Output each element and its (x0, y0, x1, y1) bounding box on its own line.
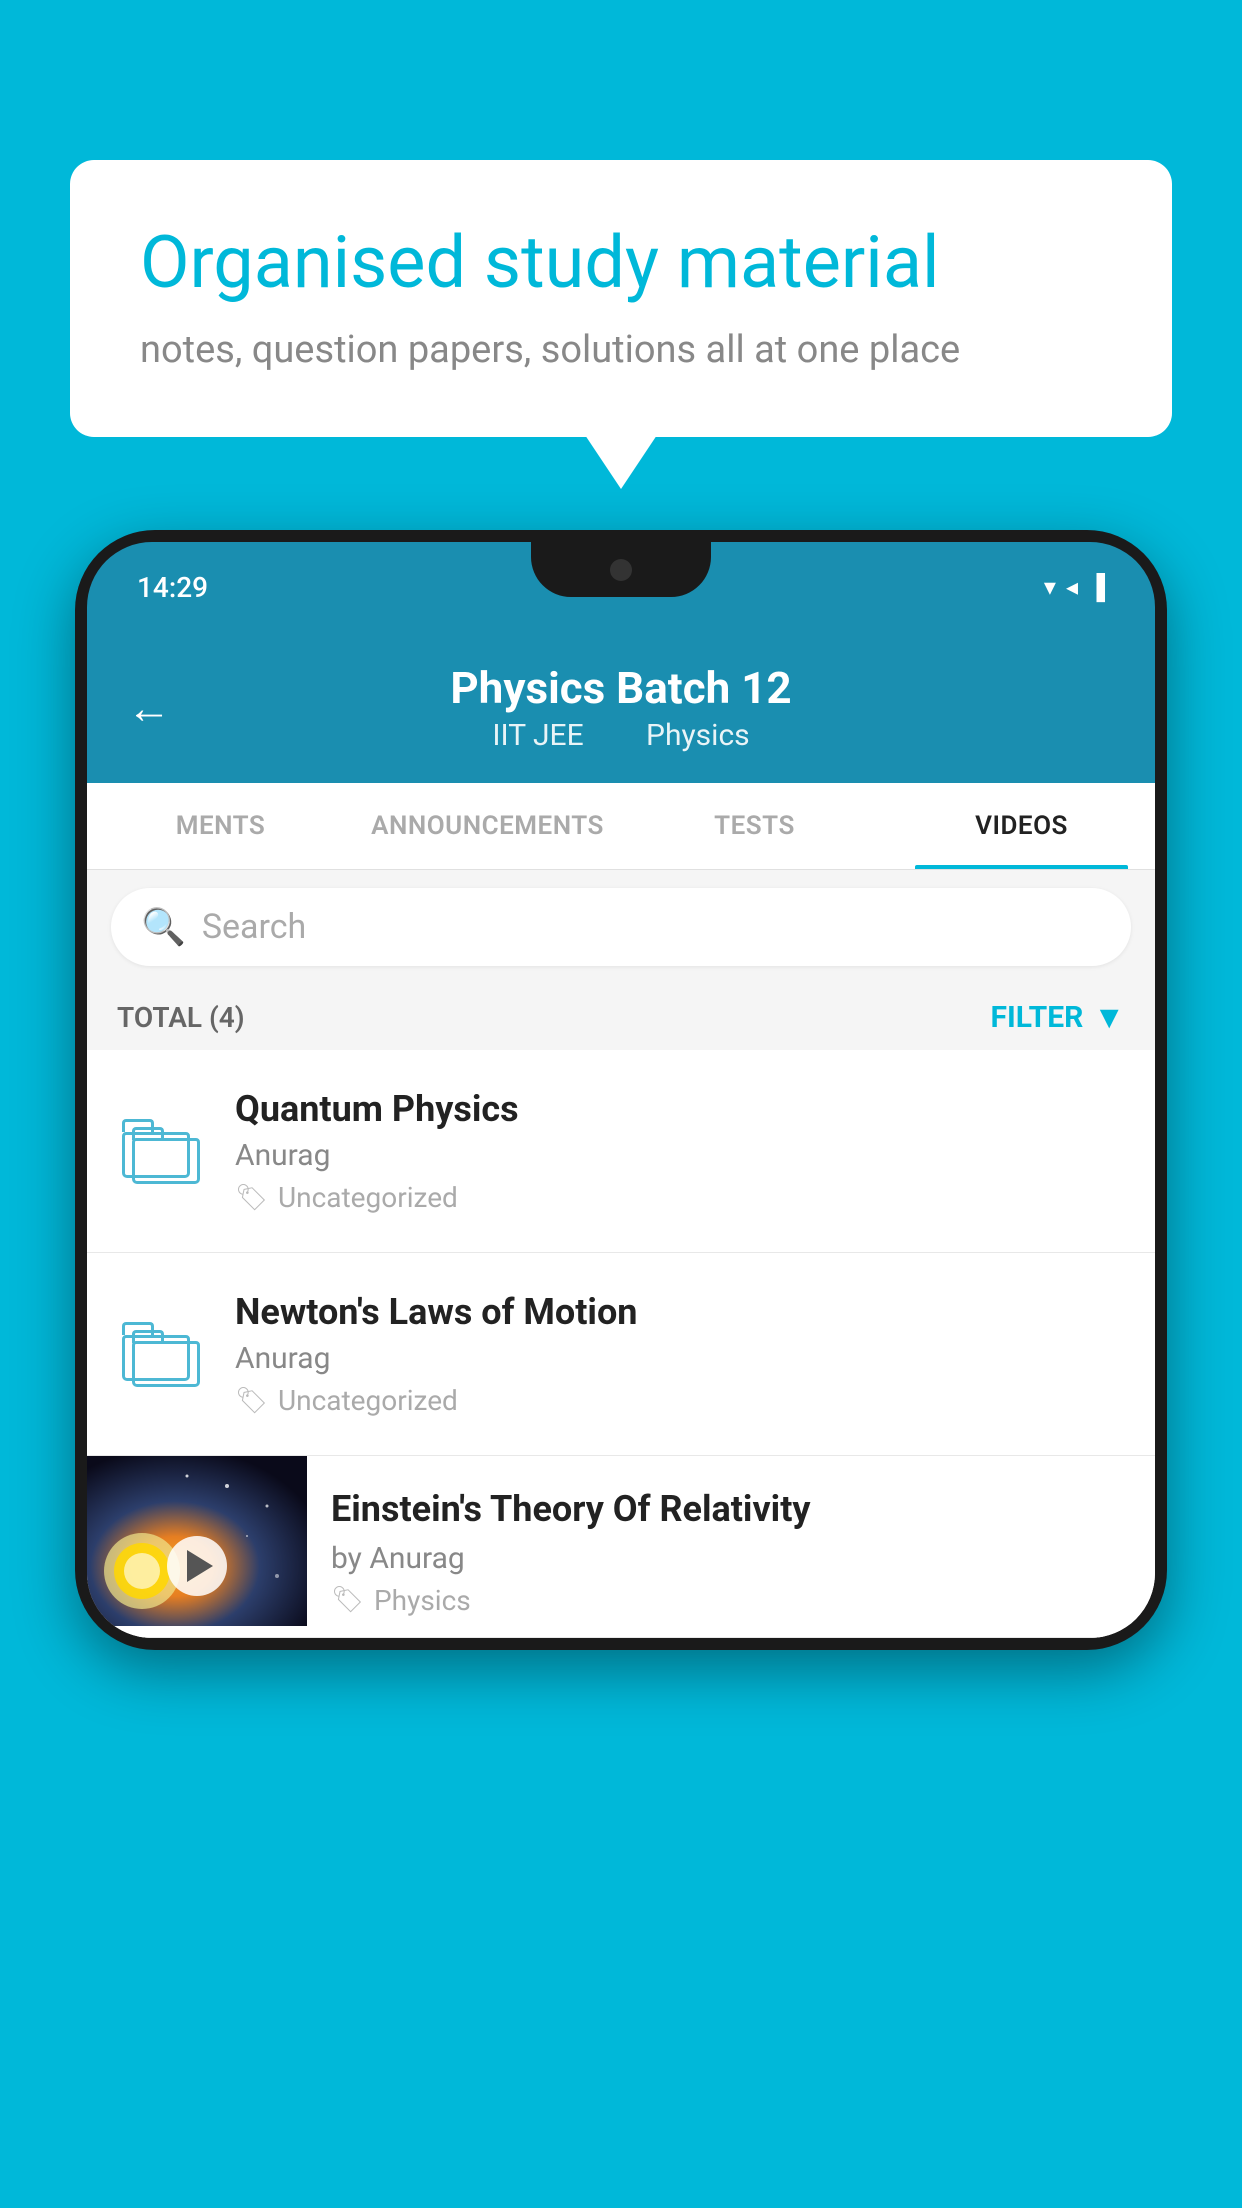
item-title: Einstein's Theory Of Relativity (331, 1486, 1135, 1533)
search-placeholder: Search (202, 907, 306, 947)
speech-bubble-wrapper: Organised study material notes, question… (70, 160, 1172, 437)
item-author: by Anurag (331, 1541, 1135, 1576)
header-subtitle-physics: Physics (646, 718, 750, 753)
tag-icon: 🏷 (235, 1386, 268, 1416)
header-center: Physics Batch 12 IIT JEE Physics (450, 662, 791, 753)
filter-label: FILTER (991, 1000, 1084, 1035)
item-tag: 🏷 Uncategorized (235, 1181, 1125, 1214)
item-tag: 🏷 Physics (331, 1584, 1135, 1617)
folder-icon (122, 1119, 202, 1184)
item-info: Newton's Laws of Motion Anurag 🏷 Uncateg… (235, 1291, 1125, 1417)
header-subtitle: IIT JEE Physics (450, 718, 791, 753)
folder-back-layer2 (132, 1341, 200, 1387)
list-item[interactable]: Newton's Laws of Motion Anurag 🏷 Uncateg… (87, 1253, 1155, 1456)
wifi-icon: ▾ (1044, 573, 1056, 601)
video-list: Quantum Physics Anurag 🏷 Uncategorized (87, 1050, 1155, 1638)
item-title: Newton's Laws of Motion (235, 1291, 1125, 1333)
list-item-thumb[interactable]: Einstein's Theory Of Relativity by Anura… (87, 1456, 1155, 1638)
folder-tab-layer2 (132, 1330, 164, 1343)
background: Organised study material notes, question… (0, 0, 1242, 2208)
tag-icon: 🏷 (331, 1585, 364, 1615)
folder-tab-layer2 (132, 1127, 164, 1140)
item-author: Anurag (235, 1138, 1125, 1173)
play-button[interactable] (167, 1536, 227, 1596)
item-author: Anurag (235, 1341, 1125, 1376)
header-subtitle-iit: IIT JEE (492, 718, 583, 753)
tab-ments[interactable]: MENTS (87, 783, 354, 869)
tag-label: Uncategorized (278, 1384, 458, 1417)
item-icon-wrap (117, 1119, 207, 1184)
notch (531, 542, 711, 597)
tag-label: Uncategorized (278, 1181, 458, 1214)
tag-icon: 🏷 (235, 1183, 268, 1213)
item-info: Quantum Physics Anurag 🏷 Uncategorized (235, 1088, 1125, 1214)
status-icons: ▾ ◂ ▐ (1044, 573, 1105, 602)
phone: 14:29 ▾ ◂ ▐ ← Physics Batch 12 (75, 530, 1167, 1650)
speech-bubble: Organised study material notes, question… (70, 160, 1172, 437)
tab-videos[interactable]: VIDEOS (888, 783, 1155, 869)
filter-funnel-icon: ▼ (1093, 998, 1125, 1036)
battery-icon: ▐ (1088, 573, 1105, 602)
phone-wrapper: 14:29 ▾ ◂ ▐ ← Physics Batch 12 (75, 530, 1167, 1650)
thumb-info: Einstein's Theory Of Relativity by Anura… (307, 1456, 1155, 1637)
camera-dot (610, 559, 632, 581)
tab-announcements[interactable]: ANNOUNCEMENTS (354, 783, 621, 869)
phone-screen: ← Physics Batch 12 IIT JEE Physics MENTS (87, 632, 1155, 1638)
search-bar[interactable]: 🔍 Search (111, 888, 1131, 966)
search-icon: 🔍 (141, 906, 186, 948)
bubble-subtitle: notes, question papers, solutions all at… (140, 328, 1102, 372)
item-title: Quantum Physics (235, 1088, 1125, 1130)
list-item[interactable]: Quantum Physics Anurag 🏷 Uncategorized (87, 1050, 1155, 1253)
header-title: Physics Batch 12 (450, 662, 791, 714)
header-subtitle-sep (611, 718, 626, 753)
total-count: TOTAL (4) (117, 1001, 245, 1034)
signal-icon: ◂ (1066, 573, 1078, 601)
tab-tests[interactable]: TESTS (621, 783, 888, 869)
filter-button[interactable]: FILTER ▼ (991, 998, 1126, 1036)
folder-back-layer2 (132, 1138, 200, 1184)
search-bar-wrapper: 🔍 Search (87, 870, 1155, 984)
app-header: ← Physics Batch 12 IIT JEE Physics (87, 632, 1155, 783)
filter-row: TOTAL (4) FILTER ▼ (87, 984, 1155, 1050)
item-tag: 🏷 Uncategorized (235, 1384, 1125, 1417)
item-icon-wrap (117, 1322, 207, 1387)
bubble-title: Organised study material (140, 220, 1102, 306)
status-bar: 14:29 ▾ ◂ ▐ (87, 542, 1155, 632)
back-button[interactable]: ← (127, 682, 171, 734)
tag-label: Physics (374, 1584, 471, 1617)
play-triangle-icon (187, 1550, 213, 1582)
status-time: 14:29 (137, 571, 208, 604)
folder-icon (122, 1322, 202, 1387)
tabs-bar: MENTS ANNOUNCEMENTS TESTS VIDEOS (87, 783, 1155, 870)
thumbnail-wrap (87, 1456, 307, 1626)
